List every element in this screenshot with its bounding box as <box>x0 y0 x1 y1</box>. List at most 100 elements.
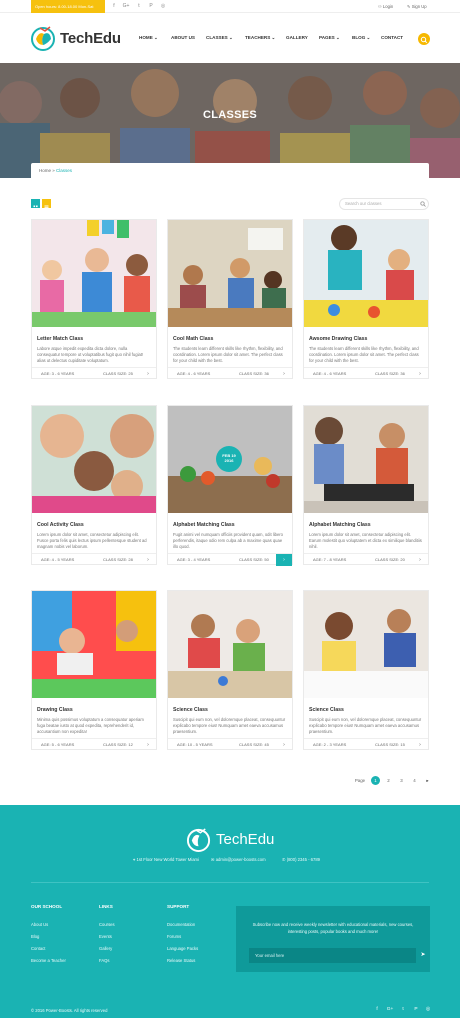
menu-teachers[interactable]: TEACHERS ⌄ <box>245 35 275 41</box>
class-description: Lorem ipsum dolor sit amet, consectetur … <box>37 532 147 549</box>
footer-col-title: SUPPORT <box>167 904 190 909</box>
menu-home[interactable]: HOME ⌄ <box>139 35 158 41</box>
class-card[interactable]: Cool Activity Class Lorem ipsum dolor si… <box>31 405 157 565</box>
class-age: AGE: 3 - 4 YEARS <box>177 557 211 562</box>
class-title[interactable]: Awsome Drawing Class <box>309 336 367 342</box>
next-page-icon[interactable]: ▸ <box>423 776 432 785</box>
menu-gallery[interactable]: GALLERY <box>286 35 308 40</box>
footer-logo[interactable]: TechEdu <box>186 827 286 853</box>
menu-about[interactable]: ABOUT US <box>171 35 195 40</box>
instagram-icon[interactable]: ◎ <box>423 1007 433 1012</box>
date-badge: FEB 19 2016 <box>216 446 242 472</box>
class-title[interactable]: Drawing Class <box>37 707 73 713</box>
arrow-right-icon[interactable]: › <box>276 368 292 380</box>
class-title[interactable]: Alphabet Matching Class <box>309 522 371 528</box>
page-4[interactable]: 4 <box>410 776 419 785</box>
facebook-icon[interactable]: f <box>108 0 120 13</box>
footer-link[interactable]: Forums <box>167 934 181 939</box>
footer-link[interactable]: Release Status <box>167 958 195 963</box>
menu-pages[interactable]: PAGES ⌄ <box>319 35 340 41</box>
list-view-icon[interactable] <box>42 199 51 210</box>
class-size: CLASS SIZE: 45 <box>239 742 269 747</box>
class-card[interactable]: Drawing Class Minima quis possimus volup… <box>31 590 157 750</box>
grid-view-icon[interactable] <box>31 199 40 210</box>
arrow-right-icon[interactable]: › <box>412 554 428 566</box>
arrow-right-icon[interactable]: › <box>140 368 156 380</box>
menu-classes[interactable]: CLASSES ⌄ <box>206 35 233 41</box>
footer-link[interactable]: Gallery <box>99 946 112 951</box>
class-title[interactable]: Science Class <box>173 707 208 713</box>
class-meta: AGE: 4 - 6 YEARS CLASS SIZE: 36 › <box>168 367 292 379</box>
class-size: CLASS SIZE: 28 <box>103 557 133 562</box>
class-title[interactable]: Alphabet Matching Class <box>173 522 235 528</box>
search-icon[interactable] <box>420 201 426 207</box>
class-title[interactable]: Cool Activity Class <box>37 522 84 528</box>
class-card[interactable]: Cool Math Class The students learn diffe… <box>167 219 293 379</box>
twitter-icon[interactable]: t <box>133 0 145 13</box>
menu-blog[interactable]: BLOG ⌄ <box>352 35 370 41</box>
top-bar: Open hours: 8.00-18.00 Mon-Sat f G+ t P … <box>0 0 460 13</box>
google-plus-icon[interactable]: G+ <box>120 0 132 13</box>
class-card[interactable]: FEB 19 2016 Alphabet Matching Class Fugit… <box>167 405 293 566</box>
footer-link[interactable]: Courses <box>99 922 115 927</box>
footer-email[interactable]: ✉ admin@power-boosts.com <box>211 857 266 862</box>
class-title[interactable]: Science Class <box>309 707 344 713</box>
arrow-right-icon[interactable]: › <box>276 554 292 566</box>
newsletter-email-input[interactable]: Your email here ➤ <box>249 948 426 963</box>
class-card[interactable]: Alphabet Matching Class Lorem ipsum dolo… <box>303 405 429 565</box>
facebook-icon[interactable]: f <box>372 1007 382 1012</box>
class-meta: AGE: 10 - 5 YEARS CLASS SIZE: 45 › <box>168 738 292 750</box>
footer-link[interactable]: Language Packs <box>167 946 198 951</box>
breadcrumb-home[interactable]: Home <box>39 168 51 173</box>
arrow-right-icon[interactable]: › <box>140 739 156 751</box>
send-icon[interactable]: ➤ <box>417 948 429 963</box>
class-card[interactable]: Letter Match Class Labore atque impedit … <box>31 219 157 379</box>
class-image <box>304 406 428 513</box>
google-plus-icon[interactable]: G+ <box>385 1007 395 1012</box>
class-title[interactable]: Letter Match Class <box>37 336 83 342</box>
class-card[interactable]: Awsome Drawing Class The students learn … <box>303 219 429 379</box>
footer-divider <box>31 882 429 883</box>
class-title[interactable]: Cool Math Class <box>173 336 213 342</box>
arrow-right-icon[interactable]: › <box>412 739 428 751</box>
page-3[interactable]: 3 <box>397 776 406 785</box>
class-image: FEB 19 2016 <box>168 406 292 513</box>
footer-link[interactable]: Blog <box>31 934 39 939</box>
menu-contact[interactable]: CONTACT <box>381 35 403 40</box>
class-search-input[interactable]: Search our classes <box>339 198 429 210</box>
signup-link[interactable]: ✎ Sign Up <box>407 0 427 13</box>
class-size: CLASS SIZE: 50 <box>239 557 269 562</box>
footer-link[interactable]: About Us <box>31 922 48 927</box>
footer-link[interactable]: Events <box>99 934 112 939</box>
search-icon[interactable] <box>418 33 430 45</box>
logo-icon <box>186 828 211 853</box>
page-1[interactable]: 1 <box>371 776 380 785</box>
class-description: Suscipit qui eum non, vel doloremque pla… <box>173 717 286 734</box>
class-image <box>304 591 428 698</box>
footer-link[interactable]: FAQs <box>99 958 109 963</box>
pagination-label: Page <box>354 778 366 783</box>
class-description: Lorem ipsum dolor sit amet, consectetur … <box>309 532 422 549</box>
footer-link[interactable]: Documentation <box>167 922 195 927</box>
page-2[interactable]: 2 <box>384 776 393 785</box>
arrow-right-icon[interactable]: › <box>276 739 292 751</box>
class-image <box>32 406 156 513</box>
instagram-icon[interactable]: ◎ <box>157 0 169 13</box>
class-meta: AGE: 3 - 4 YEARS CLASS SIZE: 50 › <box>168 553 292 566</box>
brand-name: TechEdu <box>60 30 121 47</box>
logo[interactable]: TechEdu <box>30 25 130 53</box>
class-card[interactable]: Science Class Suscipit qui eum non, vel … <box>167 590 293 750</box>
footer-link[interactable]: Contact <box>31 946 45 951</box>
footer-link[interactable]: Become a Teacher <box>31 958 66 963</box>
arrow-right-icon[interactable]: › <box>412 368 428 380</box>
login-link[interactable]: ⚇ Login <box>378 0 393 13</box>
class-meta: AGE: 7 - 8 YEARS CLASS SIZE: 20 › <box>304 553 428 565</box>
pinterest-icon[interactable]: P <box>145 0 157 13</box>
pinterest-icon[interactable]: P <box>411 1007 421 1012</box>
twitter-icon[interactable]: t <box>398 1007 408 1012</box>
hero-banner: CLASSES <box>0 63 460 178</box>
class-image <box>168 591 292 698</box>
arrow-right-icon[interactable]: › <box>140 554 156 566</box>
class-card[interactable]: Science Class Suscipit qui eum non, vel … <box>303 590 429 750</box>
class-size: CLASS SIZE: 36 <box>239 371 269 376</box>
